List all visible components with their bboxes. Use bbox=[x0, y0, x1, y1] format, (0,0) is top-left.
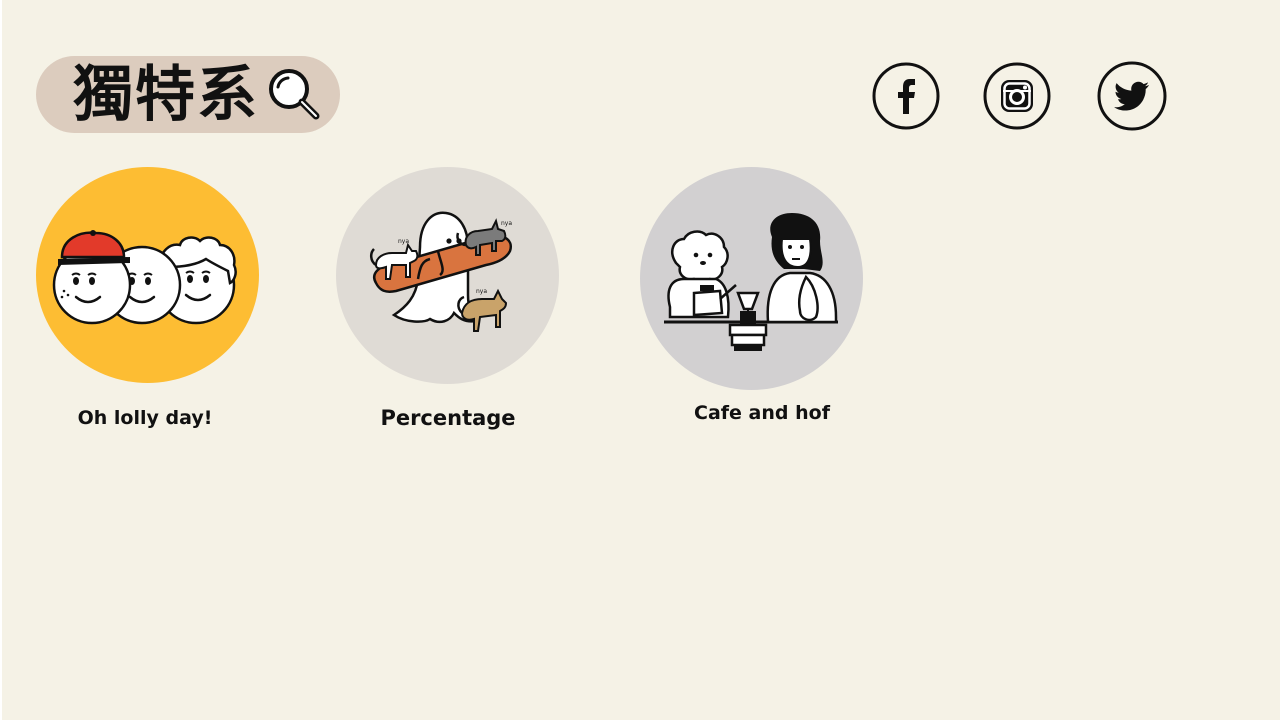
card-avatar bbox=[640, 167, 863, 390]
ghost-bread-cats-illustration: nya nya nya bbox=[370, 211, 512, 332]
search-pill[interactable]: 獨特系 bbox=[36, 56, 340, 133]
twitter-icon bbox=[1097, 61, 1167, 131]
card-percentage[interactable]: nya nya nya Percentage bbox=[333, 166, 563, 456]
instagram-button[interactable] bbox=[983, 62, 1051, 130]
card-oh-lolly-day[interactable]: Oh lolly day! bbox=[30, 166, 260, 456]
card-label: Percentage bbox=[380, 406, 516, 430]
woman-dog-coffee-illustration bbox=[664, 213, 838, 351]
card-label: Cafe and hof bbox=[694, 402, 830, 424]
page-left-edge bbox=[0, 0, 2, 720]
instagram-icon bbox=[983, 62, 1051, 130]
card-avatar bbox=[36, 167, 259, 383]
facebook-button[interactable] bbox=[872, 62, 940, 130]
card-label: Oh lolly day! bbox=[77, 407, 213, 429]
svg-text:nya: nya bbox=[398, 238, 409, 245]
search-title: 獨特系 bbox=[73, 60, 259, 130]
facebook-icon bbox=[872, 62, 940, 130]
search-icon[interactable] bbox=[266, 66, 322, 122]
svg-text:nya: nya bbox=[476, 288, 487, 295]
twitter-button[interactable] bbox=[1097, 61, 1167, 131]
svg-text:nya: nya bbox=[501, 220, 512, 227]
three-faces-illustration bbox=[52, 230, 237, 325]
card-avatar: nya nya nya bbox=[336, 167, 559, 384]
card-cafe-and-hof[interactable]: Cafe and hof bbox=[640, 166, 870, 456]
